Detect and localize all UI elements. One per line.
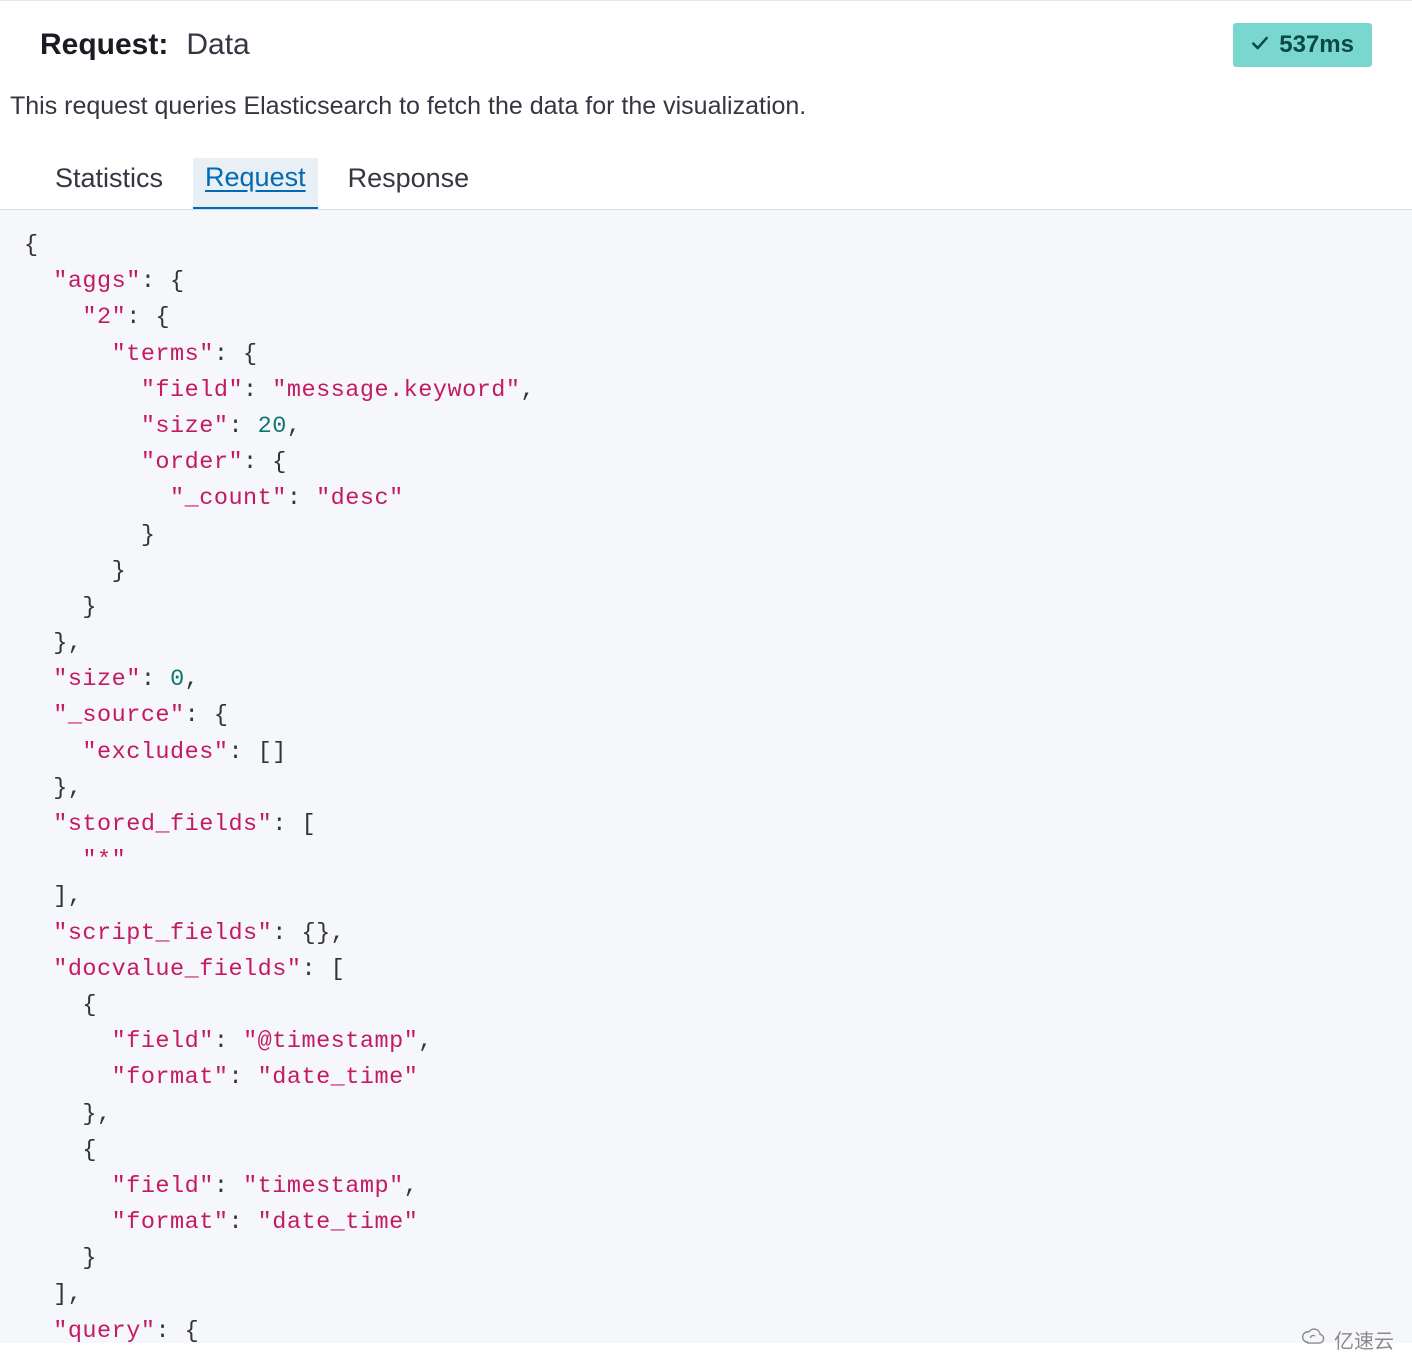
timing-value: 537ms <box>1279 31 1354 59</box>
cloud-icon <box>1300 1327 1328 1353</box>
tab-request[interactable]: Request <box>193 158 318 209</box>
request-description: This request queries Elasticsearch to fe… <box>0 67 1412 124</box>
tab-bar: Statistics Request Response <box>0 124 1412 209</box>
timing-badge: 537ms <box>1233 23 1372 67</box>
header-row: Request: Data 537ms <box>0 1 1412 67</box>
watermark: 亿速云 <box>1300 1325 1394 1354</box>
title-block: Request: Data <box>40 28 250 62</box>
watermark-text: 亿速云 <box>1334 1325 1394 1354</box>
check-icon <box>1251 31 1269 59</box>
inspector-panel: Request: Data 537ms This request queries… <box>0 0 1412 1343</box>
tab-statistics[interactable]: Statistics <box>55 158 163 209</box>
tab-response[interactable]: Response <box>348 158 470 209</box>
request-body-code[interactable]: { "aggs": { "2": { "terms": { "field": "… <box>0 209 1412 1343</box>
request-title-value: Data <box>186 28 249 62</box>
request-title-label: Request: <box>40 28 168 62</box>
